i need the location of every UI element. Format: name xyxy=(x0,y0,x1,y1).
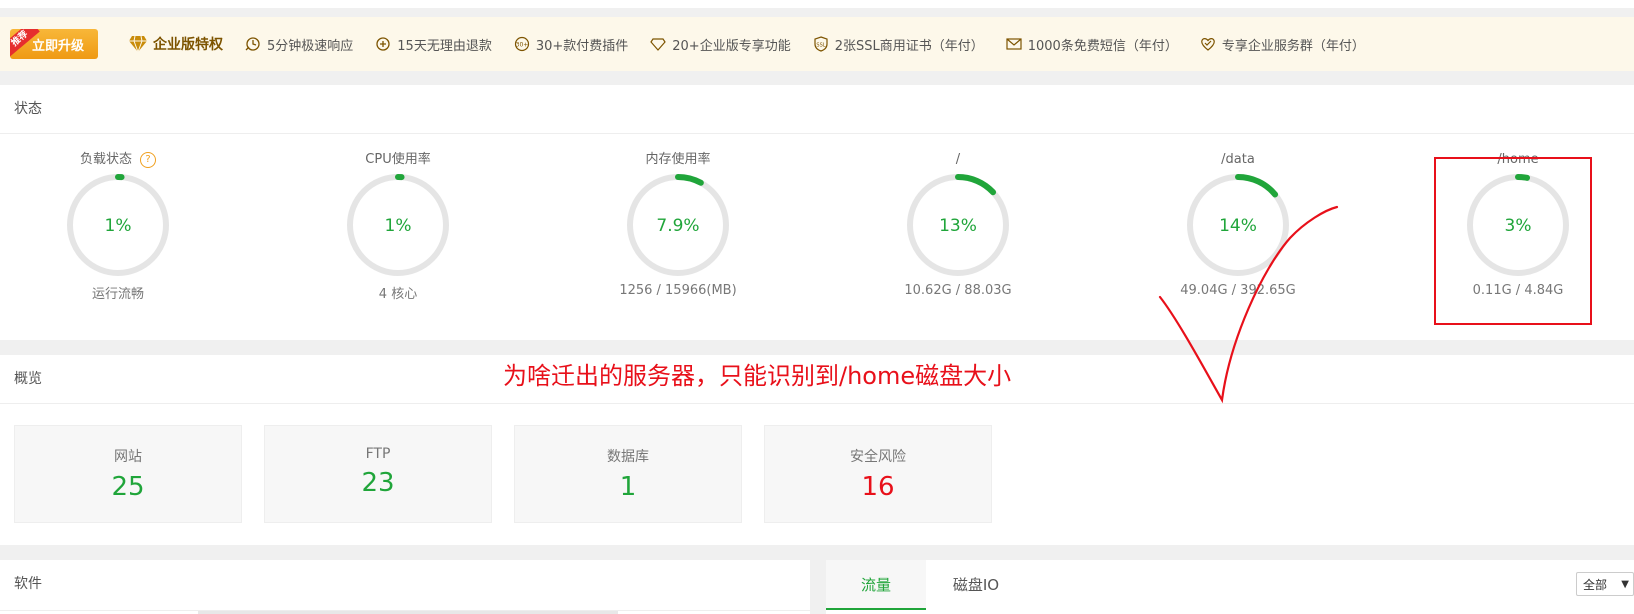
feature-item[interactable]: 30+ 30+款付费插件 xyxy=(514,35,628,54)
gauge-1[interactable]: 负载状态? 1% 运行流畅 xyxy=(18,151,218,302)
feature-item[interactable]: 5分钟极速响应 xyxy=(245,35,353,54)
feature-list: 5分钟极速响应 15天无理由退款 30+ 30+款付费插件 20+企业版专享功能 SSL 2… xyxy=(223,35,1365,54)
gauge-3[interactable]: 内存使用率 7.9% 1256 / 15966(MB) xyxy=(578,151,778,298)
feature-label: 15天无理由退款 xyxy=(397,38,492,54)
overview-card-value: 25 xyxy=(111,472,145,502)
plugin-icon: 30+ xyxy=(514,36,529,52)
annotation-text: 为啥迁出的服务器，只能识别到/home磁盘大小 xyxy=(503,362,1012,390)
gauge-ring: 7.9% xyxy=(627,174,729,276)
software-title: 软件 xyxy=(14,576,42,592)
range-select-value: 全部 xyxy=(1583,578,1608,592)
refund-icon xyxy=(376,37,390,51)
dashboard-page: 推荐 立即升级 企业版特权 5分钟极速响应 15天无理由退款 30+ 30+款付费插件… xyxy=(0,0,1634,614)
gauge-title-row: /home xyxy=(1418,151,1618,169)
enterprise-promo-bar: 推荐 立即升级 企业版特权 5分钟极速响应 15天无理由退款 30+ 30+款付费插件… xyxy=(0,17,1634,71)
status-panel: 状态 负载状态? 1% 运行流畅 CPU使用率 1% 4 核心 内存使用率 7.9% 1256 … xyxy=(0,85,1634,340)
help-icon[interactable]: ? xyxy=(140,152,156,168)
feature-label: 20+企业版专享功能 xyxy=(672,38,791,54)
gauge-5[interactable]: /data 14% 49.04G / 392.65G xyxy=(1138,151,1338,298)
speed-response-icon xyxy=(245,37,260,51)
gauge-title: 负载状态 xyxy=(79,152,132,167)
feature-label: 专享企业服务群（年付） xyxy=(1221,38,1365,54)
feature-item[interactable]: 20+企业版专享功能 xyxy=(650,35,791,54)
gauge-subtext: 1256 / 15966(MB) xyxy=(619,283,737,298)
gauge-6[interactable]: /home 3% 0.11G / 4.84G xyxy=(1418,151,1618,298)
gauge-title: CPU使用率 xyxy=(365,152,431,167)
feature-item[interactable]: 专享企业服务群（年付） xyxy=(1200,35,1365,54)
gauge-4[interactable]: / 13% 10.62G / 88.03G xyxy=(858,151,1058,298)
gauge-subtext: 10.62G / 88.03G xyxy=(904,283,1012,298)
gauge-title-row: 内存使用率 xyxy=(578,151,778,169)
feature-label: 2张SSL商用证书（年付） xyxy=(834,38,984,54)
ssl-shield-icon: SSL xyxy=(814,36,828,52)
gauge-value: 3% xyxy=(1505,216,1532,236)
svg-text:SSL: SSL xyxy=(816,43,825,49)
overview-card-value: 23 xyxy=(361,468,395,498)
feature-label: 1000条免费短信（年付） xyxy=(1027,38,1178,54)
gauge-title: 内存使用率 xyxy=(645,152,711,167)
gauge-ring: 3% xyxy=(1467,174,1569,276)
feature-label: 5分钟极速响应 xyxy=(267,38,354,54)
feature-label: 30+款付费插件 xyxy=(535,38,629,54)
overview-card-value: 1 xyxy=(619,472,637,502)
overview-card[interactable]: 安全风险 16 xyxy=(764,425,992,523)
gauge-ring: 1% xyxy=(347,174,449,276)
traffic-tab[interactable]: 磁盘IO xyxy=(926,560,1026,610)
gauge-title-row: 负载状态? xyxy=(18,151,218,169)
enterprise-privileges-title[interactable]: 企业版特权 xyxy=(128,34,223,54)
gauge-title-row: CPU使用率 xyxy=(298,151,498,169)
traffic-panel: 流量 磁盘IO 全部 ▼ xyxy=(826,560,1634,614)
feature-item[interactable]: 1000条免费短信（年付） xyxy=(1006,35,1178,54)
svg-text:30+: 30+ xyxy=(515,42,528,49)
overview-card-value: 16 xyxy=(861,472,895,502)
feature-item[interactable]: SSL 2张SSL商用证书（年付） xyxy=(813,35,984,54)
diamond-icon xyxy=(129,35,147,53)
gauge-subtext: 49.04G / 392.65G xyxy=(1180,283,1296,298)
traffic-tab[interactable]: 流量 xyxy=(826,560,926,610)
overview-card-label: 数据库 xyxy=(607,449,649,465)
mail-icon xyxy=(1006,38,1022,50)
range-select[interactable]: 全部 ▼ xyxy=(1576,572,1634,596)
gauge-value: 1% xyxy=(105,216,132,236)
gauge-ring: 13% xyxy=(907,174,1009,276)
status-title: 状态 xyxy=(0,85,1634,134)
traffic-tabs: 流量 磁盘IO xyxy=(826,560,1634,610)
overview-card-label: FTP xyxy=(365,446,391,462)
gauge-2[interactable]: CPU使用率 1% 4 核心 xyxy=(298,151,498,302)
gauge-value: 1% xyxy=(385,216,412,236)
overview-card[interactable]: FTP 23 xyxy=(264,425,492,523)
gauge-title-row: /data xyxy=(1138,151,1338,169)
heart-group-icon xyxy=(1200,38,1215,51)
gauge-value: 7.9% xyxy=(656,216,699,236)
enterprise-privileges-label: 企业版特权 xyxy=(153,37,223,53)
software-panel: 软件 xyxy=(0,560,810,614)
diamond-outline-icon xyxy=(650,38,667,51)
overview-card[interactable]: 数据库 1 xyxy=(514,425,742,523)
gauge-ring: 14% xyxy=(1187,174,1289,276)
gauge-subtext: 0.11G / 4.84G xyxy=(1472,283,1564,298)
overview-card-label: 网站 xyxy=(114,449,142,465)
gauge-subtext: 4 核心 xyxy=(378,287,418,302)
upgrade-now-button[interactable]: 推荐 立即升级 xyxy=(10,29,98,59)
upgrade-now-label: 立即升级 xyxy=(31,38,84,54)
gauge-title-row: / xyxy=(858,151,1058,169)
top-strip xyxy=(0,0,1634,8)
overview-card[interactable]: 网站 25 xyxy=(14,425,242,523)
gauge-value: 14% xyxy=(1219,216,1257,236)
overview-card-label: 安全风险 xyxy=(850,449,906,465)
gauge-title: /data xyxy=(1221,152,1255,167)
feature-item[interactable]: 15天无理由退款 xyxy=(375,35,492,54)
gauge-title: / xyxy=(955,152,961,167)
gauge-subtext: 运行流畅 xyxy=(91,287,144,302)
chevron-down-icon: ▼ xyxy=(1621,579,1629,590)
gauge-ring: 1% xyxy=(67,174,169,276)
gauge-value: 13% xyxy=(939,216,977,236)
gauge-title: /home xyxy=(1497,152,1539,167)
